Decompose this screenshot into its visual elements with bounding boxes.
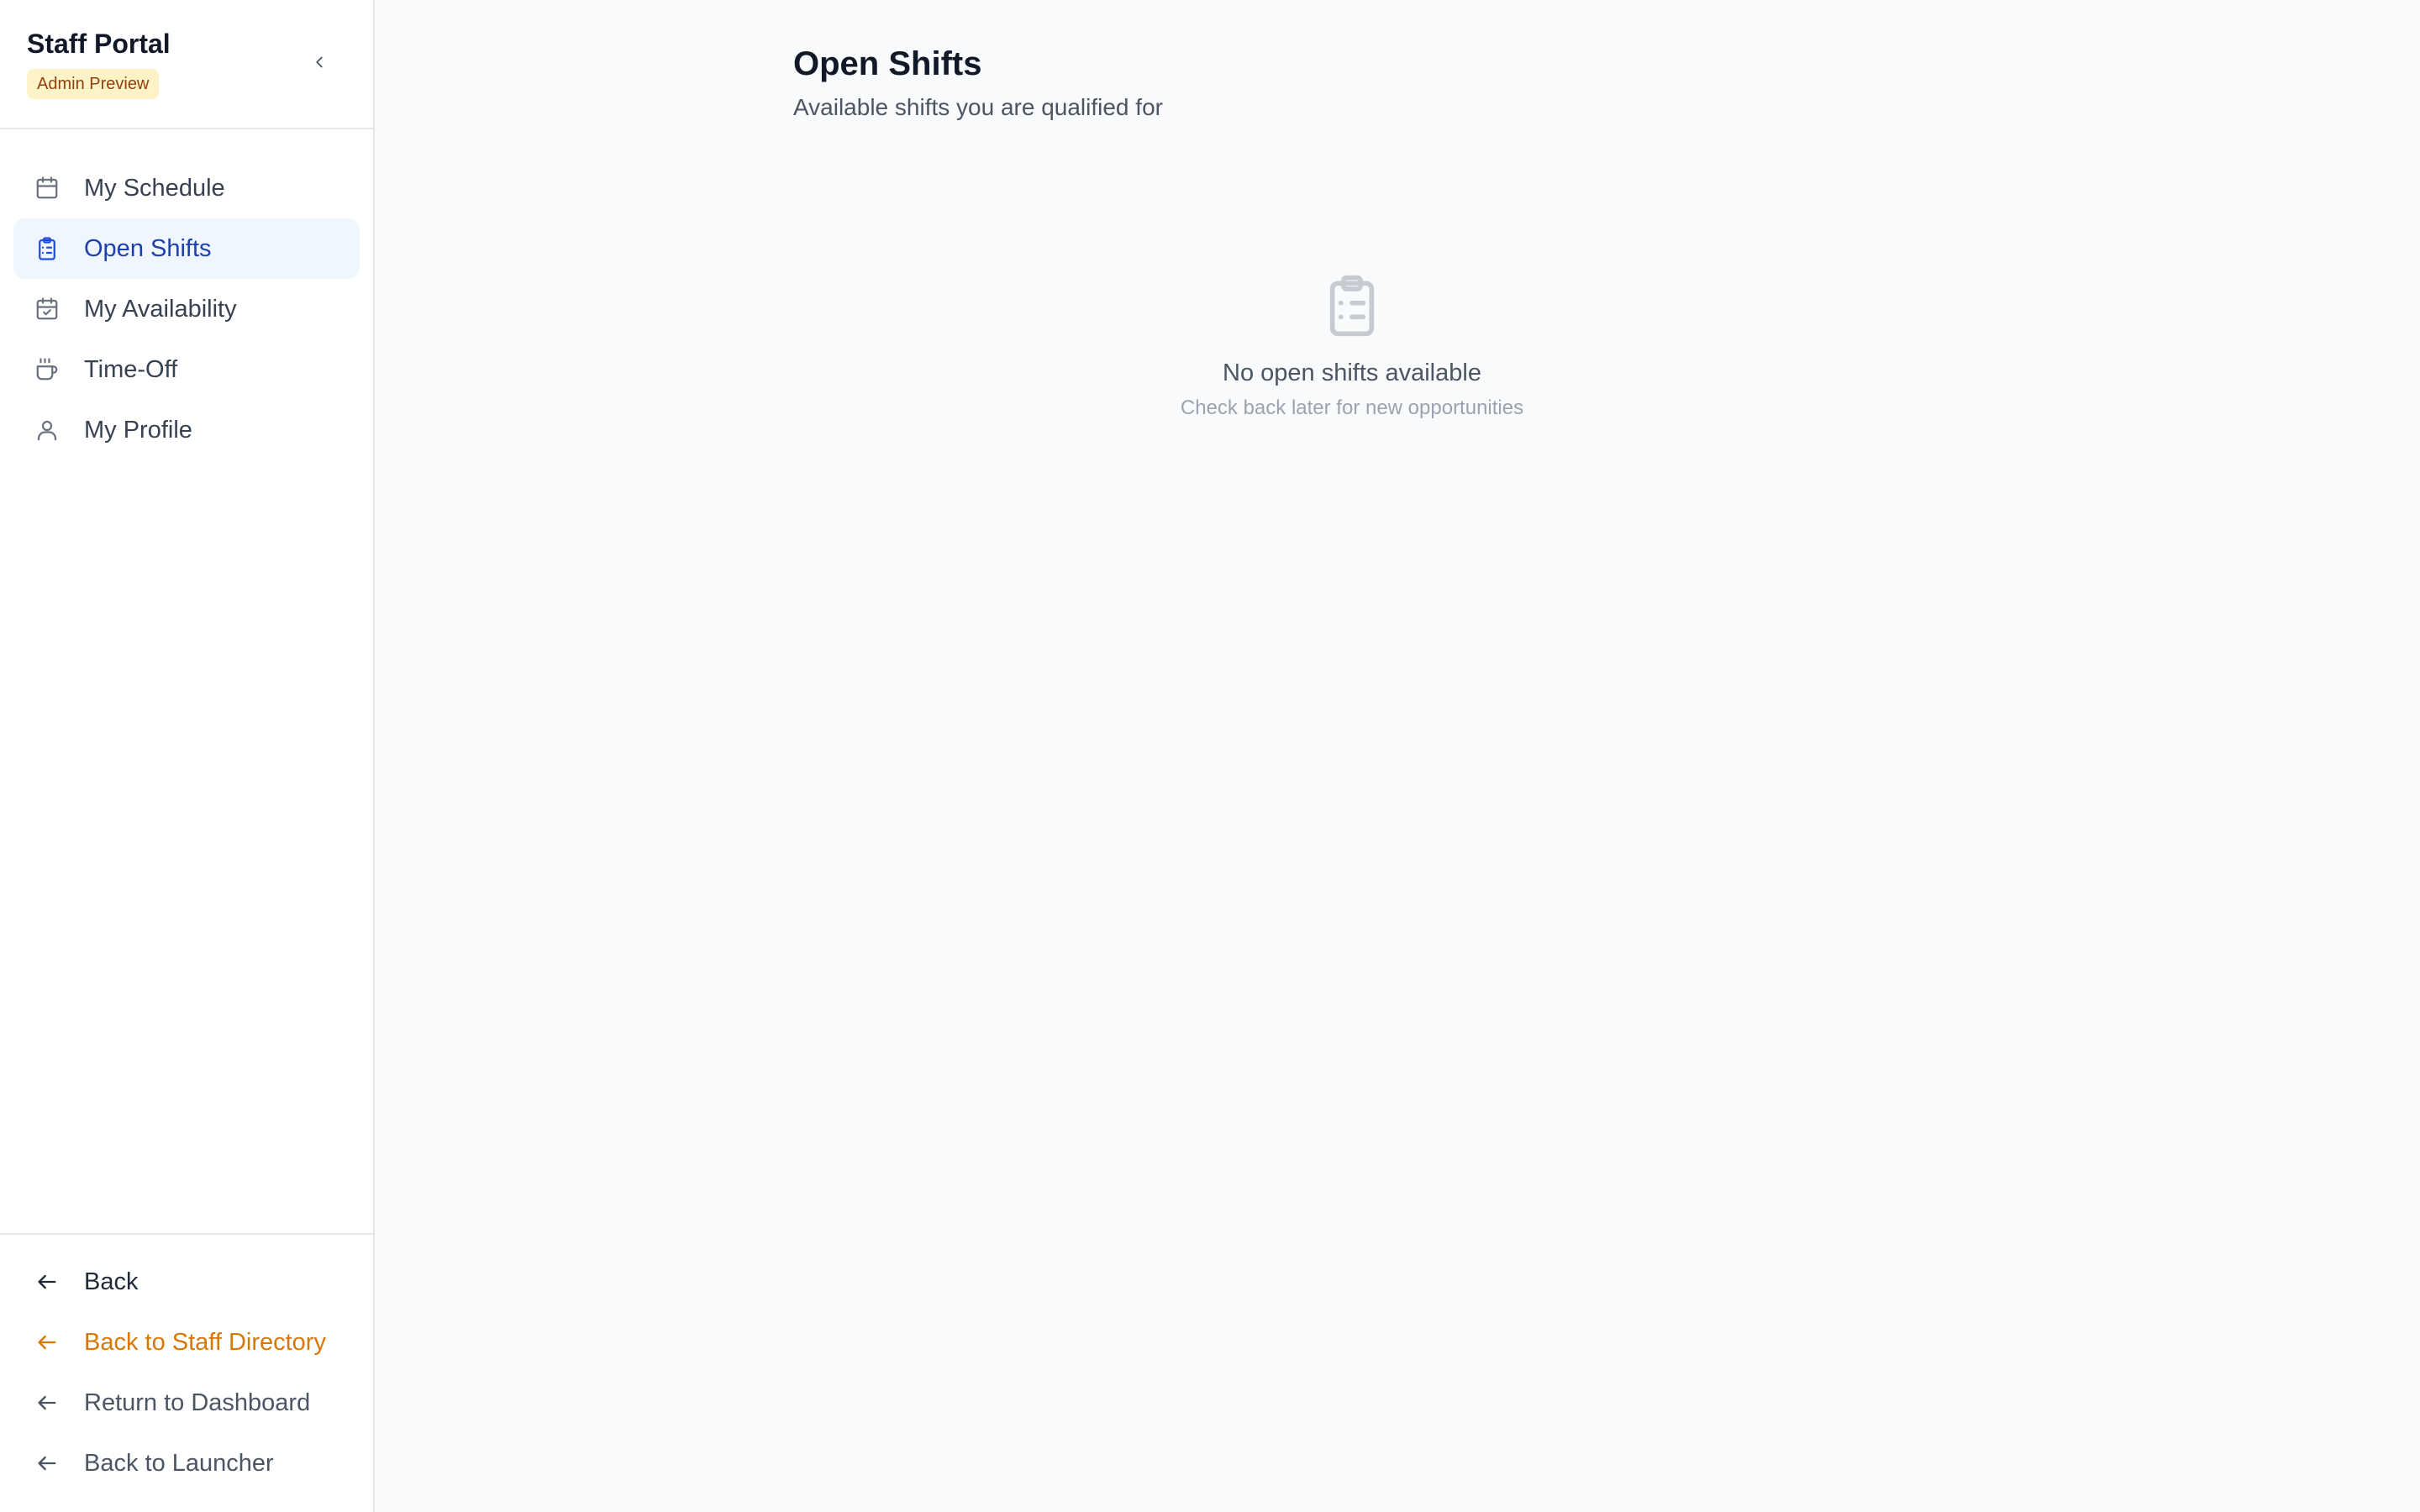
back-label: Back bbox=[84, 1268, 139, 1295]
nav-label-time-off: Time-Off bbox=[84, 355, 178, 383]
user-icon bbox=[34, 417, 60, 444]
nav-item-my-profile[interactable]: My Profile bbox=[13, 400, 360, 460]
page-title: Open Shifts bbox=[793, 45, 982, 82]
sidebar-header: Staff Portal Admin Preview bbox=[0, 0, 373, 129]
back-to-staff-directory-link[interactable]: Back to Staff Directory bbox=[13, 1312, 360, 1373]
page-header: Open Shifts Available shifts you are qua… bbox=[793, 42, 1163, 123]
empty-state: No open shifts available Check back late… bbox=[793, 272, 1911, 422]
arrow-left-icon bbox=[34, 1329, 60, 1356]
nav-item-my-availability[interactable]: My Availability bbox=[13, 279, 360, 339]
calendar-check-icon bbox=[34, 296, 60, 323]
back-to-staff-directory-label: Back to Staff Directory bbox=[84, 1328, 326, 1356]
arrow-left-icon bbox=[34, 1389, 60, 1416]
sidebar-footer: Back Back to Staff Directory Return to D… bbox=[0, 1233, 373, 1512]
arrow-left-icon bbox=[34, 1268, 60, 1295]
back-to-launcher-link[interactable]: Back to Launcher bbox=[13, 1433, 360, 1494]
sidebar-nav: My Schedule Open Shifts My Availability … bbox=[0, 129, 373, 1233]
nav-label-my-profile: My Profile bbox=[84, 416, 192, 444]
return-to-dashboard-link[interactable]: Return to Dashboard bbox=[13, 1373, 360, 1433]
calendar-icon bbox=[34, 175, 60, 202]
page-subtitle: Available shifts you are qualified for bbox=[793, 94, 1163, 120]
main-content: Open Shifts Available shifts you are qua… bbox=[375, 0, 2420, 1512]
nav-label-my-schedule: My Schedule bbox=[84, 174, 225, 202]
clipboard-list-icon bbox=[1318, 272, 1386, 339]
nav-item-my-schedule[interactable]: My Schedule bbox=[13, 158, 360, 218]
app-root: Staff Portal Admin Preview My Schedule O… bbox=[0, 0, 2420, 1512]
clipboard-list-icon bbox=[34, 235, 60, 262]
chevron-left-icon bbox=[316, 56, 323, 68]
empty-state-subtitle: Check back later for new opportunities bbox=[1180, 396, 1524, 419]
admin-preview-badge: Admin Preview bbox=[27, 69, 160, 99]
back-link[interactable]: Back bbox=[13, 1252, 360, 1312]
return-to-dashboard-label: Return to Dashboard bbox=[84, 1389, 311, 1416]
nav-item-time-off[interactable]: Time-Off bbox=[13, 339, 360, 400]
app-title: Staff Portal bbox=[27, 29, 171, 59]
nav-label-my-availability: My Availability bbox=[84, 295, 237, 323]
nav-item-open-shifts[interactable]: Open Shifts bbox=[13, 218, 360, 279]
collapse-sidebar-button[interactable] bbox=[306, 49, 333, 76]
sidebar: Staff Portal Admin Preview My Schedule O… bbox=[0, 0, 375, 1512]
arrow-left-icon bbox=[34, 1450, 60, 1477]
nav-label-open-shifts: Open Shifts bbox=[84, 234, 212, 262]
empty-state-title: No open shifts available bbox=[1223, 360, 1481, 386]
back-to-launcher-label: Back to Launcher bbox=[84, 1449, 274, 1477]
coffee-icon bbox=[34, 356, 60, 383]
